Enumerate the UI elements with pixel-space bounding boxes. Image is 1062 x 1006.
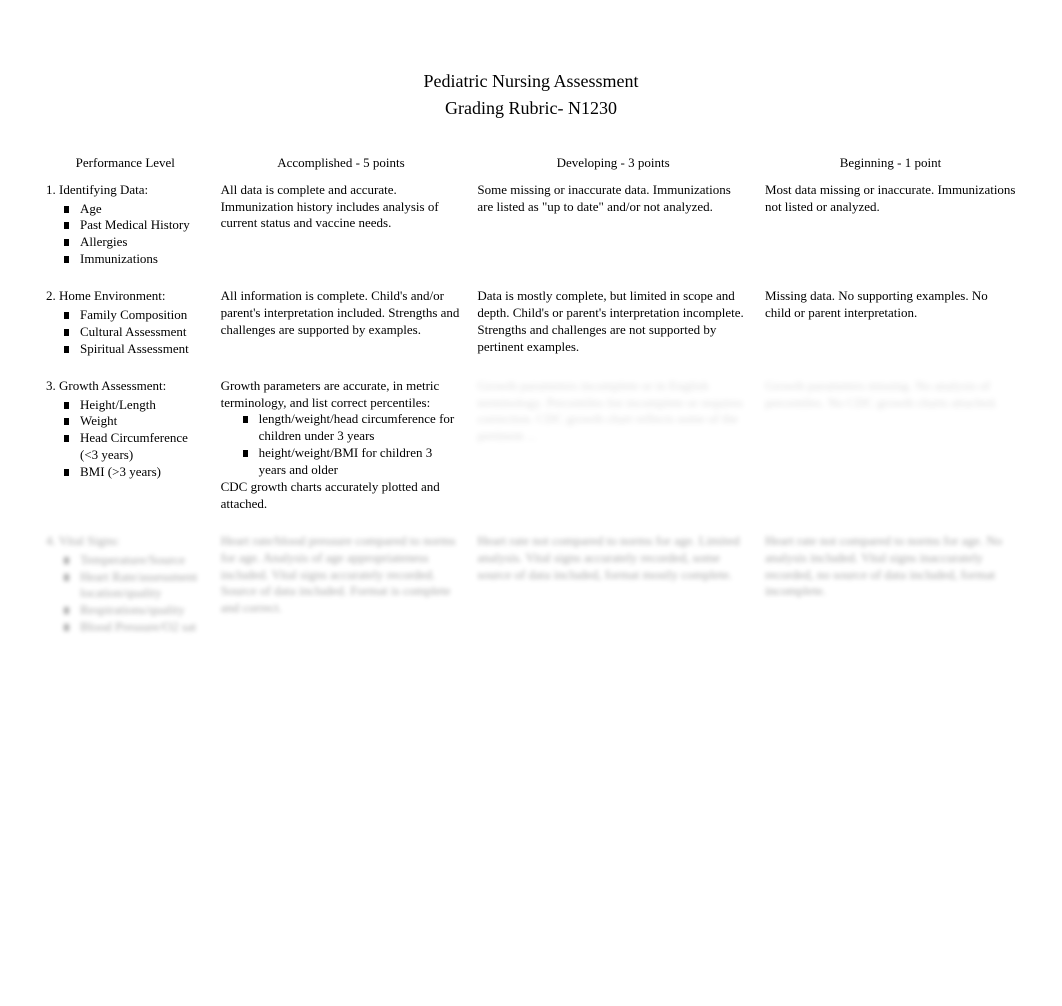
- criteria-cell: 3. Growth Assessment: Height/Length Weig…: [38, 364, 213, 519]
- list-item: Spiritual Assessment: [64, 341, 205, 358]
- criteria-bullets: Height/Length Weight Head Circumference …: [46, 397, 205, 481]
- header-beginning: Beginning - 1 point: [757, 149, 1024, 176]
- acc-sub-bullets: length/weight/head circumference for chi…: [221, 411, 462, 479]
- accomplished-cell: All information is complete. Child's and…: [213, 274, 470, 364]
- list-item: BMI (>3 years): [64, 464, 205, 481]
- header-performance-level: Performance Level: [38, 149, 213, 176]
- criteria-bullets: Temperature/Source Heart Rate/assessment…: [46, 552, 205, 636]
- criteria-title: 1. Identifying Data:: [46, 182, 205, 199]
- criteria-title: 3. Growth Assessment:: [46, 378, 205, 395]
- developing-cell: Data is mostly complete, but limited in …: [469, 274, 757, 364]
- list-item: Family Composition: [64, 307, 205, 324]
- list-item: Immunizations: [64, 251, 205, 268]
- acc-pre-text: Growth parameters are accurate, in metri…: [221, 378, 462, 412]
- accomplished-cell: All data is complete and accurate. Immun…: [213, 176, 470, 274]
- list-item: Age: [64, 201, 205, 218]
- developing-cell: Heart rate not compared to norms for age…: [469, 519, 757, 642]
- header-developing: Developing - 3 points: [469, 149, 757, 176]
- beginning-cell: Growth parameters missing. No analysis o…: [757, 364, 1024, 519]
- document-title: Pediatric Nursing Assessment Grading Rub…: [38, 70, 1024, 121]
- list-item: height/weight/BMI for children 3 years a…: [243, 445, 462, 479]
- list-item: Respirations/quality: [64, 602, 205, 619]
- list-item: Height/Length: [64, 397, 205, 414]
- criteria-title: 4. Vital Signs:: [46, 533, 205, 550]
- criteria-cell: 2. Home Environment: Family Composition …: [38, 274, 213, 364]
- list-item: Cultural Assessment: [64, 324, 205, 341]
- beginning-cell: Heart rate not compared to norms for age…: [757, 519, 1024, 642]
- list-item: Temperature/Source: [64, 552, 205, 569]
- title-line-1: Pediatric Nursing Assessment: [38, 70, 1024, 93]
- accomplished-cell: Heart rate/blood pressure compared to no…: [213, 519, 470, 642]
- list-item: length/weight/head circumference for chi…: [243, 411, 462, 445]
- developing-cell: Growth parameters incomplete or in Engli…: [469, 364, 757, 519]
- table-row: 3. Growth Assessment: Height/Length Weig…: [38, 364, 1024, 519]
- acc-post-text: CDC growth charts accurately plotted and…: [221, 479, 462, 513]
- table-row: 1. Identifying Data: Age Past Medical Hi…: [38, 176, 1024, 274]
- list-item: Blood Pressure/O2 sat: [64, 619, 205, 636]
- criteria-bullets: Family Composition Cultural Assessment S…: [46, 307, 205, 358]
- beginning-cell: Missing data. No supporting examples. No…: [757, 274, 1024, 364]
- list-item: Allergies: [64, 234, 205, 251]
- criteria-bullets: Age Past Medical History Allergies Immun…: [46, 201, 205, 269]
- table-row: 2. Home Environment: Family Composition …: [38, 274, 1024, 364]
- list-item: Past Medical History: [64, 217, 205, 234]
- criteria-title: 2. Home Environment:: [46, 288, 205, 305]
- list-item: Head Circumference (<3 years): [64, 430, 205, 464]
- header-accomplished: Accomplished - 5 points: [213, 149, 470, 176]
- criteria-cell: 4. Vital Signs: Temperature/Source Heart…: [38, 519, 213, 642]
- title-line-2: Grading Rubric- N1230: [38, 97, 1024, 120]
- beginning-cell: Most data missing or inaccurate. Immuniz…: [757, 176, 1024, 274]
- criteria-cell: 1. Identifying Data: Age Past Medical Hi…: [38, 176, 213, 274]
- accomplished-cell: Growth parameters are accurate, in metri…: [213, 364, 470, 519]
- developing-cell: Some missing or inaccurate data. Immuniz…: [469, 176, 757, 274]
- list-item: Heart Rate/assessment location/quality: [64, 569, 205, 603]
- table-header-row: Performance Level Accomplished - 5 point…: [38, 149, 1024, 176]
- list-item: Weight: [64, 413, 205, 430]
- table-row: 4. Vital Signs: Temperature/Source Heart…: [38, 519, 1024, 642]
- rubric-table: Performance Level Accomplished - 5 point…: [38, 149, 1024, 642]
